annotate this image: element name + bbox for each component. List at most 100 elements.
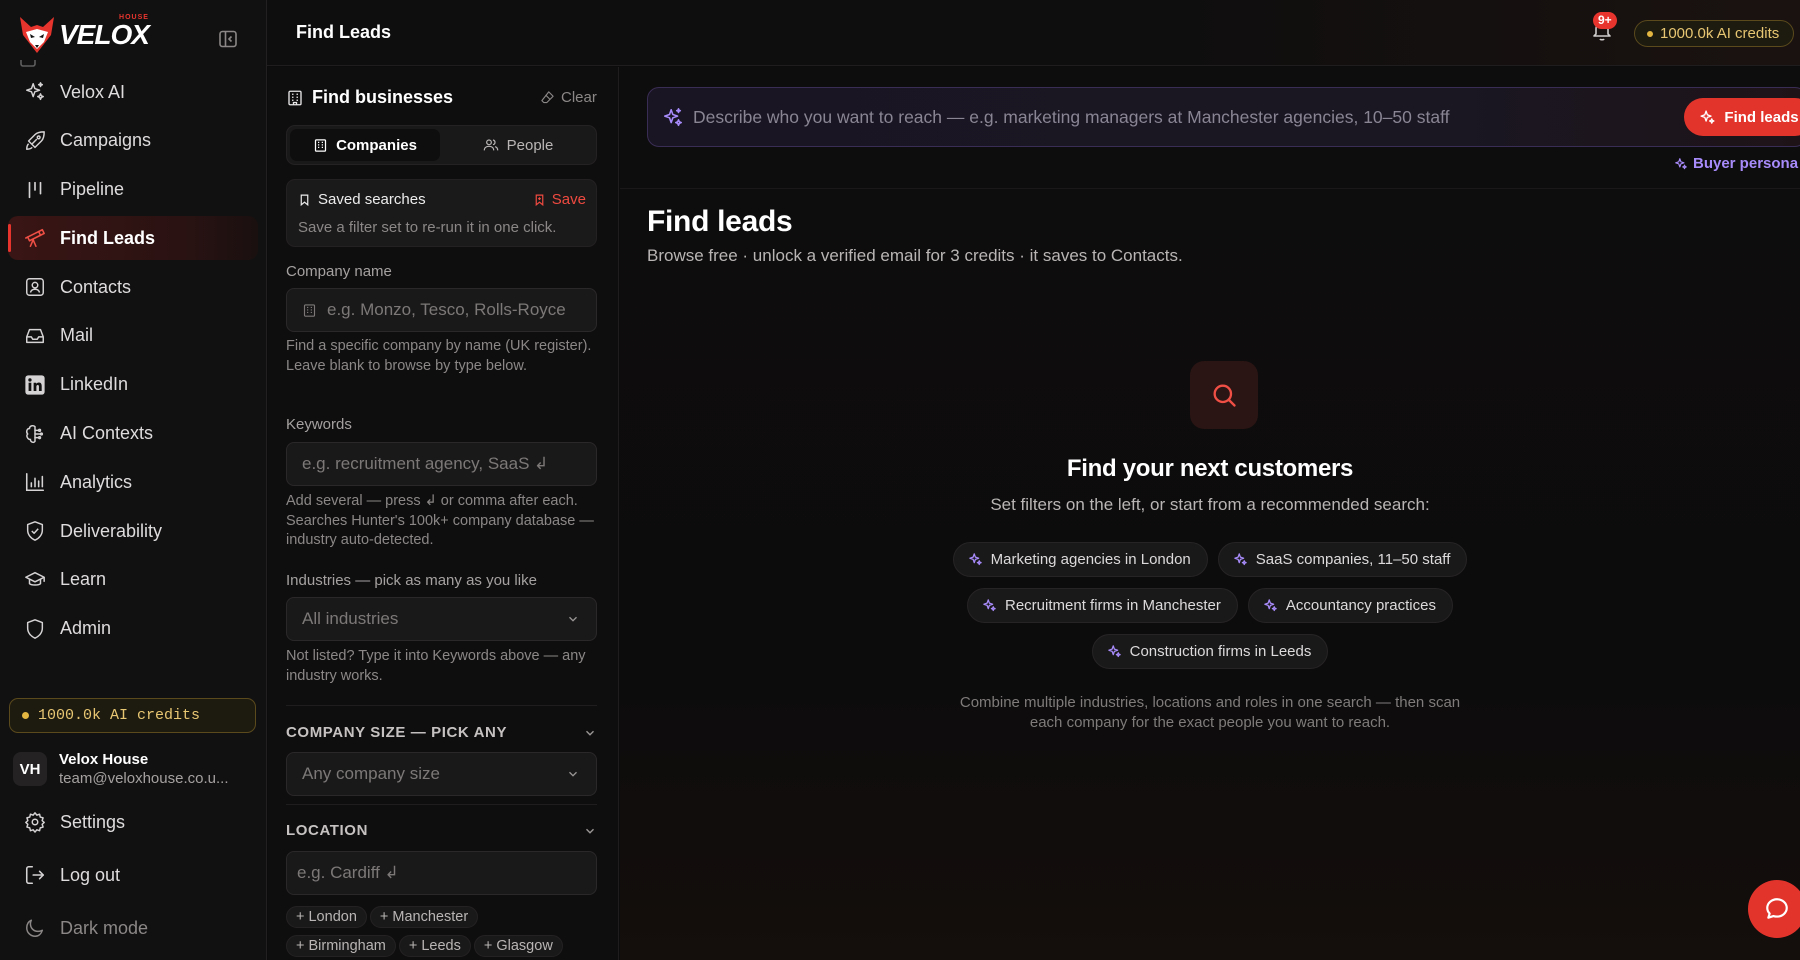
contact-card-icon [23,275,47,299]
save-search-button[interactable]: Save [533,191,586,208]
suggestion-label: Recruitment firms in Manchester [1005,597,1221,614]
keywords-label: Keywords [286,416,352,433]
location-chip[interactable]: + Birmingham [286,935,396,957]
company-size-heading: COMPANY SIZE — PICK ANY [286,724,508,741]
company-name-input[interactable]: e.g. Monzo, Tesco, Rolls-Royce [286,288,597,332]
filters-title: Find businesses [312,87,454,107]
dark-mode-toggle[interactable]: Dark mode [8,906,258,950]
industries-help: Not listed? Type it into Keywords above … [286,648,586,684]
avatar: VH [13,752,47,786]
sidebar-item-mail[interactable]: Mail [8,314,258,358]
company-size-section[interactable]: COMPANY SIZE — PICK ANY [286,724,597,741]
suggestion-chip[interactable]: Recruitment firms in Manchester [967,588,1238,623]
fox-logo-icon [20,17,54,53]
sidebar: VELOX HOUSE Velox AI Campaigns Pipeline F… [0,0,267,960]
location-chip[interactable]: + London [286,906,367,928]
company-size-value: Any company size [302,764,440,783]
users-icon [483,139,498,151]
saved-searches-heading[interactable]: Saved searches [298,191,426,208]
saved-searches-title: Saved searches [318,191,426,208]
sidebar-item-contacts[interactable]: Contacts [8,265,258,309]
page-title: Find Leads [296,22,392,42]
building-icon [314,138,327,152]
ai-credits-badge[interactable]: 1000.0k AI credits [9,698,256,733]
kanban-icon [23,178,47,202]
sidebar-item-pipeline[interactable]: Pipeline [8,168,258,212]
sparkles-icon [663,108,683,127]
chat-bubble-icon [1766,898,1788,919]
sidebar-item-label: Find Leads [60,227,156,248]
industries-select[interactable]: All industries [286,597,597,641]
sidebar-item-logout[interactable]: Log out [8,853,258,897]
ai-search-placeholder: Describe who you want to reach — e.g. ma… [693,107,1450,127]
suggestion-chip[interactable]: Accountancy practices [1247,588,1453,623]
sidebar-item-velox-ai[interactable]: Velox AI [8,70,258,114]
sidebar-item-ai-contexts[interactable]: AI Contexts [8,412,258,456]
suggestion-row: Marketing agencies in London SaaS compan… [620,542,1800,577]
ai-search-bar[interactable]: Describe who you want to reach — e.g. ma… [647,87,1800,147]
company-name-label: Company name [286,263,392,280]
building-icon [288,90,302,105]
suggestion-row: Recruitment firms in Manchester Accounta… [620,588,1800,623]
sidebar-item-campaigns[interactable]: Campaigns [8,119,258,163]
chevron-down-icon [569,771,577,777]
company-size-select[interactable]: Any company size [286,752,597,796]
suggestion-chip[interactable]: SaaS companies, 11–50 staff [1217,542,1468,577]
buyer-persona-link[interactable]: Buyer persona [1674,155,1798,172]
industries-value: All industries [302,609,399,628]
sidebar-item-analytics[interactable]: Analytics [8,460,258,504]
suggestion-label: Marketing agencies in London [990,551,1191,568]
location-input[interactable]: e.g. Cardiff ↲ [286,851,597,895]
sidebar-item-linkedin[interactable]: LinkedIn [8,363,258,407]
tab-companies[interactable]: Companies [290,129,440,161]
user-profile[interactable]: VH Velox House team@veloxhouse.co.u... [13,748,228,790]
inbox-icon [23,324,47,348]
user-email: team@veloxhouse.co.u... [59,770,229,787]
location-section[interactable]: LOCATION [286,822,597,839]
suggestion-chip[interactable]: Marketing agencies in London [952,542,1208,577]
location-chip[interactable]: + Leeds [398,935,471,957]
sidebar-item-find-leads[interactable]: Find Leads [8,216,258,261]
brand-logo[interactable]: VELOX HOUSE [17,14,150,56]
gear-icon [23,810,47,834]
filters-panel: Find businesses Clear Companies People S… [268,67,619,960]
location-chip[interactable]: + Manchester [369,906,479,928]
credits-dot-icon [1647,30,1653,37]
rocket-icon [23,129,47,153]
company-name-placeholder: e.g. Monzo, Tesco, Rolls-Royce [327,300,566,319]
notification-badge: 9+ [1593,12,1617,29]
keywords-placeholder: e.g. recruitment agency, SaaS ↲ [302,454,549,473]
sidebar-item-label: Pipeline [60,179,125,200]
sidebar-item-settings[interactable]: Settings [8,800,258,844]
industries-label: Industries — pick as many as you like [286,572,537,589]
sidebar-footer: Settings Log out Dark mode [8,800,258,959]
suggestion-label: SaaS companies, 11–50 staff [1255,551,1451,568]
chat-button[interactable] [1748,880,1800,938]
empty-state-title: Find your next customers [1066,455,1354,482]
location-chip[interactable]: + Glasgow [473,935,563,957]
sidebar-item-learn[interactable]: Learn [8,558,258,602]
tab-people[interactable]: People [443,129,593,161]
building-icon [303,303,316,317]
main-content: Describe who you want to reach — e.g. ma… [620,67,1800,960]
shield-icon [23,617,47,641]
sparkles-icon [1107,645,1121,658]
sidebar-item-admin[interactable]: Admin [8,607,258,651]
chevron-down-icon [586,828,594,834]
suggestion-chip[interactable]: Construction firms in Leeds [1091,634,1329,669]
empty-state-subtitle: Set filters on the left, or start from a… [990,495,1430,514]
shield-check-icon [23,519,47,543]
collapse-sidebar-icon[interactable] [216,27,240,51]
clear-label: Clear [561,89,597,106]
keywords-input[interactable]: e.g. recruitment agency, SaaS ↲ [286,442,597,486]
clear-button[interactable]: Clear [540,89,597,106]
sidebar-item-label: Deliverability [60,520,163,541]
location-placeholder: e.g. Cardiff ↲ [297,863,399,882]
dark-mode-label: Dark mode [60,917,149,938]
sidebar-item-label: Contacts [60,276,132,297]
tab-label: People [506,136,554,154]
moon-icon [23,916,47,940]
sidebar-item-deliverability[interactable]: Deliverability [8,509,258,553]
find-leads-button[interactable]: Find leads [1684,98,1800,136]
ai-credits-pill[interactable]: 1000.0k AI credits [1634,20,1794,47]
